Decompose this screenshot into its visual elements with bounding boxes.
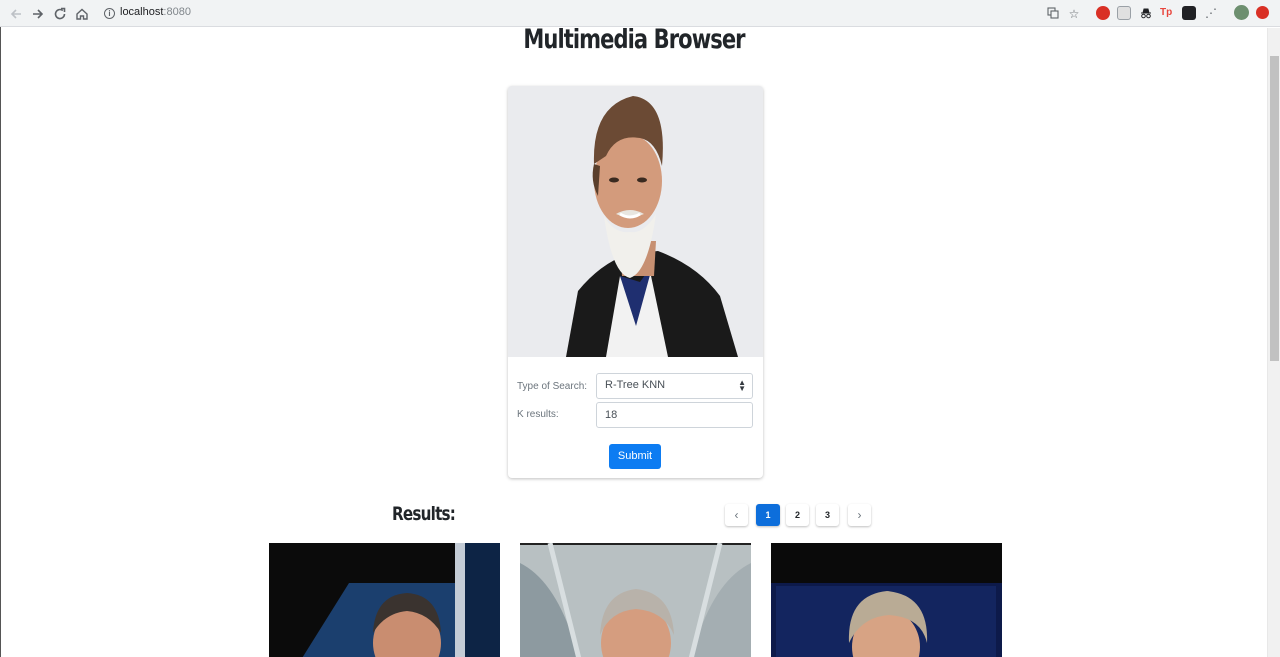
- prev-page-button[interactable]: ‹: [725, 504, 748, 526]
- k-results-label: K results:: [517, 409, 559, 420]
- profile-avatar[interactable]: [1234, 5, 1249, 20]
- next-page-button[interactable]: ›: [848, 504, 871, 526]
- scrollbar-thumb[interactable]: [1270, 56, 1279, 361]
- puzzle-extension-icon[interactable]: ⋰: [1204, 6, 1218, 20]
- url-text: localhost:8080: [120, 6, 191, 18]
- site-info-icon[interactable]: i: [104, 8, 115, 19]
- result-image-2[interactable]: [520, 543, 751, 657]
- page-scrollbar[interactable]: [1267, 28, 1280, 657]
- mail-extension-icon[interactable]: [1117, 6, 1131, 20]
- query-card: Type of Search: R-Tree KNN ▲ ▼ K results:…: [508, 86, 763, 478]
- dark-extension-icon[interactable]: [1182, 6, 1196, 20]
- result-image-1[interactable]: [269, 543, 500, 657]
- browser-toolbar: i localhost:8080 ☆ Tp ⋰: [0, 0, 1280, 27]
- reload-icon[interactable]: [51, 5, 69, 23]
- page-title: Multimedia Browser: [523, 28, 745, 55]
- page-button-1[interactable]: 1: [756, 504, 780, 526]
- forward-arrow-icon[interactable]: [29, 5, 47, 23]
- page-button-2[interactable]: 2: [786, 504, 809, 526]
- page-viewport: Multimedia Browser Type of Search: R-Tre…: [1, 28, 1267, 657]
- update-menu-icon[interactable]: [1256, 6, 1269, 19]
- back-arrow-icon[interactable]: [7, 5, 25, 23]
- k-results-input[interactable]: 18: [596, 402, 753, 428]
- tp-extension-icon[interactable]: Tp: [1160, 6, 1174, 20]
- search-type-value: R-Tree KNN: [605, 379, 666, 391]
- search-type-label: Type of Search:: [517, 381, 588, 392]
- page-button-3[interactable]: 3: [816, 504, 839, 526]
- search-type-select[interactable]: R-Tree KNN ▲ ▼: [596, 373, 753, 399]
- incognito-extension-icon[interactable]: [1139, 6, 1153, 20]
- bookmark-star-icon[interactable]: ☆: [1067, 7, 1081, 21]
- address-bar[interactable]: i localhost:8080 ☆: [96, 3, 1086, 24]
- home-icon[interactable]: [73, 5, 91, 23]
- select-caret-icon: ▲ ▼: [738, 378, 746, 393]
- result-image-3[interactable]: [771, 543, 1002, 657]
- results-heading: Results:: [392, 503, 456, 525]
- query-image: [508, 86, 763, 357]
- opera-extension-icon[interactable]: [1096, 6, 1110, 20]
- submit-button[interactable]: Submit: [609, 444, 661, 469]
- translate-icon[interactable]: [1046, 7, 1060, 21]
